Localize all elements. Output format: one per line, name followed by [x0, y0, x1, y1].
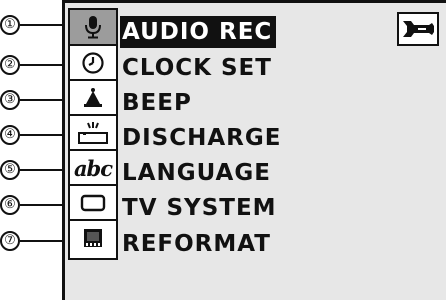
tv-screen-icon: [80, 194, 106, 212]
menu-item-language[interactable]: LANGUAGE: [120, 157, 275, 189]
menu-item-tv-system[interactable]: TV SYSTEM: [120, 192, 281, 224]
menu-item-audio-rec-icon-cell[interactable]: [70, 10, 116, 44]
menu-item-discharge[interactable]: DISCHARGE: [120, 122, 285, 154]
callout-leader-line: [20, 64, 62, 66]
callout-number: ①: [0, 15, 20, 35]
callout-number: ③: [0, 90, 20, 110]
menu-item-beep[interactable]: BEEP: [120, 87, 196, 119]
callout-leader-line: [20, 169, 62, 171]
battery-discharge-icon: [78, 122, 108, 144]
callout-number: ④: [0, 125, 20, 145]
menu-item-clock-set-icon-cell[interactable]: [70, 44, 116, 80]
menu-item-clock-set[interactable]: CLOCK SET: [120, 52, 276, 84]
callout-leader-line: [20, 204, 62, 206]
menu-item-beep-icon-cell[interactable]: [70, 79, 116, 115]
menu-item-audio-rec[interactable]: AUDIO REC: [120, 16, 277, 48]
memory-card-icon: [84, 229, 102, 247]
callout-leader-line: [20, 24, 62, 26]
callout-number: ②: [0, 55, 20, 75]
language-icon: abc: [73, 155, 113, 181]
menu-screen-diagram: ① ② ③ ④ ⑤ ⑥ ⑦ abc AUDIO REC CLOCK SET BE…: [0, 0, 446, 300]
menu-item-reformat-icon-cell[interactable]: [70, 219, 116, 255]
menu-item-tv-system-icon-cell[interactable]: [70, 184, 116, 220]
microphone-icon: [85, 16, 101, 39]
callout-number: ⑥: [0, 195, 20, 215]
callout-leader-line: [20, 240, 62, 242]
menu-icon-column: abc: [68, 8, 118, 260]
menu-item-language-icon-cell[interactable]: abc: [70, 149, 116, 185]
setup-mode-indicator: [397, 12, 439, 46]
callout-leader-line: [20, 134, 62, 136]
callout-number: ⑦: [0, 231, 20, 251]
callout-leader-line: [20, 99, 62, 101]
menu-item-reformat[interactable]: REFORMAT: [120, 228, 275, 260]
menu-item-discharge-icon-cell[interactable]: [70, 114, 116, 150]
wrench-icon: [403, 21, 434, 37]
clock-icon: [82, 52, 104, 74]
callout-number: ⑤: [0, 160, 20, 180]
bell-icon: [84, 88, 102, 107]
